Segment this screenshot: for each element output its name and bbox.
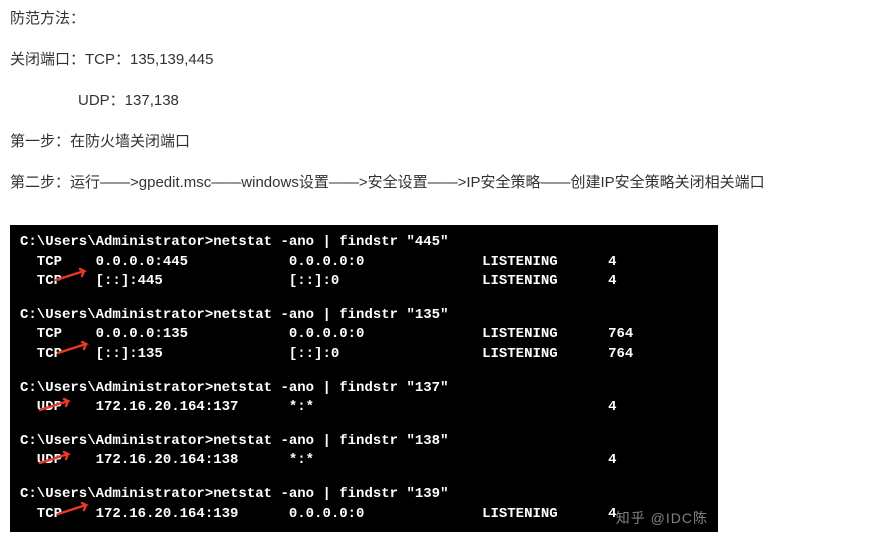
para-step2: 第二步：运行——>gpedit.msc——windows设置——>安全设置——>… — [10, 169, 870, 196]
terminal-block: C:\Users\Administrator>netstat -ano | fi… — [20, 485, 708, 524]
terminal-output-row: UDP 172.16.20.164:138 *:* 4 — [20, 451, 708, 471]
terminal-blank-line — [20, 418, 708, 432]
terminal-output-row: TCP 0.0.0.0:445 0.0.0.0:0 LISTENING 4 — [20, 253, 708, 273]
annotation-arrow-icon — [56, 340, 90, 354]
para-step1: 第一步：在防火墙关闭端口 — [10, 128, 870, 155]
para-close-ports-udp: UDP：137,138 — [10, 87, 870, 114]
watermark: 知乎 @IDC陈 — [616, 509, 708, 529]
terminal-command-line: C:\Users\Administrator>netstat -ano | fi… — [20, 485, 708, 505]
terminal-command-line: C:\Users\Administrator>netstat -ano | fi… — [20, 432, 708, 452]
annotation-arrow-icon — [56, 501, 90, 515]
terminal-block: C:\Users\Administrator>netstat -ano | fi… — [20, 432, 708, 471]
annotation-arrow-icon — [38, 397, 72, 411]
terminal-command-line: C:\Users\Administrator>netstat -ano | fi… — [20, 379, 708, 399]
para-close-ports-tcp: 关闭端口：TCP：135,139,445 — [10, 46, 870, 73]
terminal-output-row: UDP 172.16.20.164:137 *:* 4 — [20, 398, 708, 418]
terminal-block: C:\Users\Administrator>netstat -ano | fi… — [20, 379, 708, 418]
terminal-output-row: TCP 0.0.0.0:135 0.0.0.0:0 LISTENING 764 — [20, 325, 708, 345]
terminal-blank-line — [20, 471, 708, 485]
document-body: 防范方法： 关闭端口：TCP：135,139,445 UDP：137,138 第… — [0, 0, 880, 215]
terminal-block: C:\Users\Administrator>netstat -ano | fi… — [20, 233, 708, 292]
terminal-command-line: C:\Users\Administrator>netstat -ano | fi… — [20, 306, 708, 326]
terminal-blank-line — [20, 292, 708, 306]
terminal-output-row: TCP 172.16.20.164:139 0.0.0.0:0 LISTENIN… — [20, 505, 708, 525]
terminal-blank-line — [20, 365, 708, 379]
annotation-arrow-icon — [38, 450, 72, 464]
terminal-block: C:\Users\Administrator>netstat -ano | fi… — [20, 306, 708, 365]
terminal-command-line: C:\Users\Administrator>netstat -ano | fi… — [20, 233, 708, 253]
terminal-output-row: TCP [::]:445 [::]:0 LISTENING 4 — [20, 272, 708, 292]
para-method-title: 防范方法： — [10, 5, 870, 32]
terminal-output-row: TCP [::]:135 [::]:0 LISTENING 764 — [20, 345, 708, 365]
annotation-arrow-icon — [54, 267, 88, 281]
terminal-screenshot: C:\Users\Administrator>netstat -ano | fi… — [10, 225, 718, 532]
